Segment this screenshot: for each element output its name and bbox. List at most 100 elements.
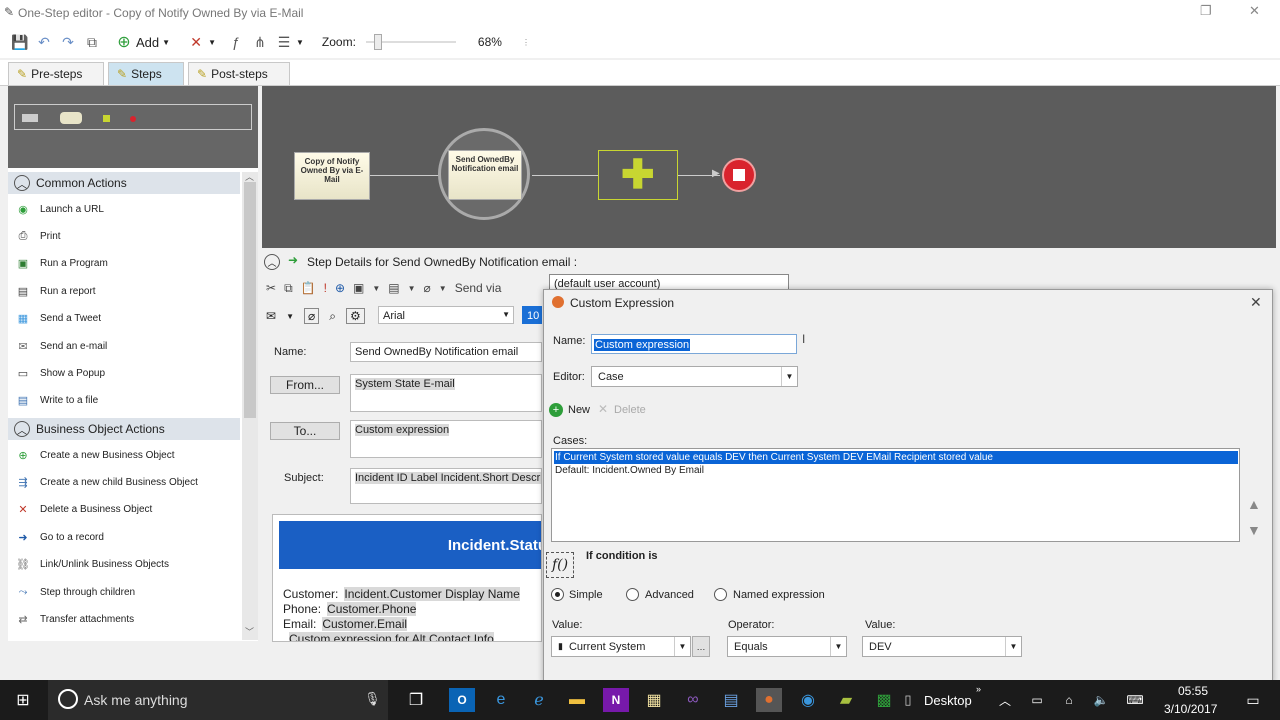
sidebar-item[interactable]: ▣ Run a Program — [16, 254, 108, 274]
paste-icon[interactable]: 📋 — [301, 281, 316, 295]
value2-select[interactable]: DEV ▼ — [862, 636, 1022, 657]
outlook-icon[interactable]: O — [449, 688, 475, 712]
value-browse-button[interactable]: … — [692, 636, 710, 657]
delete-dropdown-icon[interactable]: ▼ — [208, 38, 216, 47]
case-row[interactable]: Default: Incident.Owned By Email — [554, 464, 1238, 477]
function-icon[interactable]: ƒ — [224, 30, 248, 54]
toolbar-overflow-icon[interactable]: ⋮ — [522, 38, 530, 47]
email-body-editor[interactable]: Incident.Statu Customer: Incident.Custome… — [272, 514, 542, 642]
dialog-close-icon[interactable]: ✕ — [1250, 294, 1262, 311]
delete-case-icon[interactable]: ✕ — [598, 402, 608, 416]
sidebar-item[interactable]: ⊕ Create a new Business Object — [16, 445, 174, 465]
tree-icon[interactable]: ⋔ — [248, 30, 272, 54]
zoom-slider[interactable] — [365, 34, 456, 50]
undo-icon[interactable]: ↶ — [32, 30, 56, 54]
globe-icon[interactable]: ◉ — [795, 688, 821, 712]
collapse-details-icon[interactable]: ︿ — [264, 254, 280, 270]
copy-icon[interactable]: ⧉ — [80, 30, 104, 54]
copy-icon[interactable]: ⧉ — [284, 281, 293, 296]
sidebar-item[interactable]: ✉ Send an e-mail — [16, 336, 107, 356]
sidebar-item[interactable]: ▤ Run a report — [16, 281, 96, 301]
sidebar-item[interactable]: ⛓ Link/Unlink Business Objects — [16, 555, 169, 575]
font-select[interactable]: Arial ▼ — [378, 306, 514, 324]
add-step-node[interactable]: ✚ — [598, 150, 678, 200]
notepad-icon[interactable]: ▰ — [833, 688, 859, 712]
clock-time[interactable]: 05:55 — [1178, 684, 1208, 698]
move-down-icon[interactable]: ▼ — [1247, 522, 1261, 538]
zoom-icon[interactable]: ⌕ — [329, 309, 336, 324]
onenote-icon[interactable]: N — [603, 688, 629, 712]
font-size-select[interactable]: 10 — [522, 306, 542, 324]
delete-icon[interactable]: ✕ — [184, 30, 208, 54]
edge-icon[interactable]: e — [488, 688, 514, 712]
to-button[interactable]: To... — [270, 422, 340, 440]
tab-post-steps[interactable]: ✎ Post-steps — [188, 62, 290, 85]
layout-icon[interactable]: ▤ — [388, 281, 399, 295]
task-view-icon[interactable]: ❐ — [403, 688, 429, 712]
excel-icon[interactable]: ▩ — [871, 688, 897, 712]
stop-node[interactable] — [722, 158, 756, 192]
volume-icon[interactable]: 🔈 — [1088, 688, 1114, 712]
tab-steps[interactable]: ✎ Steps — [108, 62, 184, 85]
named-expression-radio[interactable] — [714, 588, 727, 601]
battery-icon[interactable]: ▭ — [1024, 688, 1050, 712]
network-icon[interactable]: ⌂ — [1056, 688, 1082, 712]
microphone-icon[interactable]: 🎙 — [364, 691, 381, 707]
desktop-label[interactable]: Desktop — [924, 693, 972, 708]
case-row-selected[interactable]: If Current System stored value equals DE… — [554, 451, 1238, 464]
calculator-icon[interactable]: ▤ — [718, 688, 744, 712]
download-icon[interactable]: ⊕ — [335, 281, 345, 295]
clock-date[interactable]: 3/10/2017 — [1164, 702, 1217, 716]
from-field[interactable]: System State E-mail — [350, 374, 542, 412]
advanced-radio[interactable] — [626, 588, 639, 601]
to-field[interactable]: Custom expression — [350, 420, 542, 458]
cut-icon[interactable]: ✂ — [266, 281, 276, 295]
template-icon[interactable]: ▣ — [353, 281, 364, 295]
attachment-toggle-icon[interactable]: ⌀ — [303, 308, 320, 324]
app-icon[interactable]: ▦ — [641, 688, 667, 712]
business-object-actions-header[interactable]: ︿ Business Object Actions — [8, 418, 240, 440]
envelope-icon[interactable]: ✉ — [266, 309, 276, 323]
settings-icon[interactable]: ⚙ — [345, 308, 365, 324]
note-icon[interactable]: ▯ — [895, 688, 921, 712]
add-button[interactable]: Add — [136, 35, 159, 50]
ie-icon[interactable]: ℯ — [526, 688, 552, 712]
search-box[interactable]: Ask me anything 🎙 — [48, 680, 388, 720]
sidebar-item[interactable]: ▤ Write to a file — [16, 391, 98, 411]
common-actions-header[interactable]: ︿ Common Actions — [8, 172, 240, 194]
start-node[interactable]: Copy of Notify Owned By via E-Mail — [294, 152, 370, 200]
send-email-node[interactable]: Send OwnedBy Notification email — [448, 150, 522, 200]
cases-list[interactable]: If Current System stored value equals DE… — [551, 448, 1240, 542]
chevron-down-icon[interactable]: ▼ — [1005, 637, 1021, 656]
sidebar-item[interactable]: ⇶ Create a new child Business Object — [16, 472, 197, 492]
sidebar-item[interactable]: ⇄ Transfer attachments — [16, 609, 134, 629]
zoom-slider-thumb[interactable] — [373, 34, 382, 50]
collapse-icon[interactable]: ︿ — [14, 421, 30, 437]
desktop-overflow-icon[interactable]: » — [976, 684, 981, 694]
save-icon[interactable]: 💾 — [8, 30, 32, 54]
redo-icon[interactable]: ↷ — [56, 30, 80, 54]
tray-up-icon[interactable]: ︿ — [992, 688, 1018, 712]
name-field[interactable]: Send OwnedBy Notification email — [350, 342, 542, 362]
actions-scrollbar[interactable]: ︿ ﹀ — [242, 172, 258, 640]
sidebar-item[interactable]: ◉ Launch a URL — [16, 199, 104, 219]
sidebar-item[interactable]: ⤳ Step through children — [16, 582, 135, 602]
close-window-icon[interactable]: ✕ — [1249, 3, 1260, 19]
move-up-icon[interactable]: ▲ — [1247, 496, 1261, 512]
new-case-button[interactable]: New — [568, 404, 590, 416]
windows-start-icon[interactable]: ⊞ — [10, 688, 36, 712]
workflow-canvas[interactable]: Copy of Notify Owned By via E-Mail Send … — [262, 86, 1276, 248]
restore-icon[interactable]: ❐ — [1200, 3, 1212, 19]
simple-radio[interactable] — [551, 588, 564, 601]
expr-name-input[interactable]: Custom expression — [591, 334, 797, 354]
keyboard-icon[interactable]: ⌨ — [1122, 688, 1148, 712]
chevron-down-icon[interactable]: ▼ — [830, 637, 846, 656]
priority-icon[interactable]: ! — [324, 281, 327, 295]
visual-studio-icon[interactable]: ∞ — [680, 688, 706, 712]
subject-field[interactable]: Incident ID Label Incident.Short Descrip — [350, 468, 542, 504]
layout-dropdown-icon[interactable]: ▼ — [296, 38, 304, 47]
minimap[interactable] — [8, 86, 258, 168]
one-step-editor-icon[interactable]: ● — [756, 688, 782, 712]
sidebar-item[interactable]: ▭ Show a Popup — [16, 363, 105, 383]
sidebar-item[interactable]: ➜ Go to a record — [16, 527, 104, 547]
